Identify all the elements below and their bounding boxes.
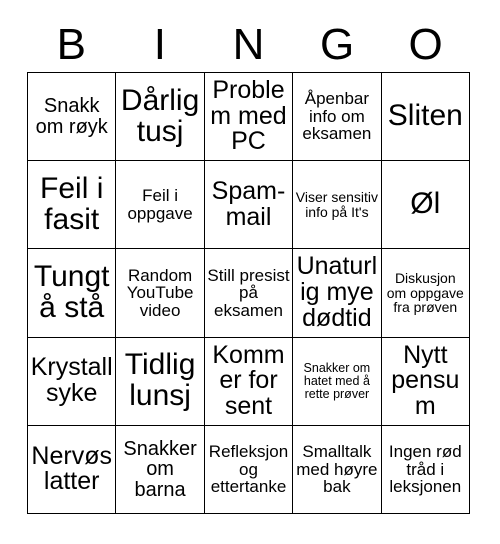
bingo-cell-label: Sliten <box>387 99 463 133</box>
bingo-cell[interactable]: Feil i fasit <box>28 161 117 250</box>
bingo-cell[interactable]: Tidlig lunsj <box>116 337 205 426</box>
bingo-cell[interactable]: Refleksjon og ettertanke <box>204 425 294 514</box>
bingo-cell-label: Åpenbar info om eksamen <box>302 89 372 144</box>
bingo-cell-label: Nytt pensum <box>391 340 460 421</box>
bingo-cell[interactable]: Krystall syke <box>28 337 117 426</box>
bingo-cell-label: Feil i oppgave <box>127 186 193 223</box>
bingo-cell[interactable]: Sliten <box>381 73 470 162</box>
bingo-cell[interactable]: Nytt pensum <box>381 337 470 426</box>
bingo-cell[interactable]: Ingen rød tråd i leksjonen <box>381 425 470 514</box>
bingo-cell-label: Tungt å stå <box>33 260 110 324</box>
bingo-header-letter-g: G <box>319 20 355 69</box>
bingo-cell-label: Kommer for sent <box>212 340 285 421</box>
bingo-cell[interactable]: Unaturlig mye dødtid <box>293 249 382 338</box>
bingo-cell-label: Ingen rød tråd i leksjonen <box>388 442 462 497</box>
bingo-cell[interactable]: Feil i oppgave <box>116 161 205 250</box>
bingo-cell[interactable]: Spam-mail <box>204 161 294 250</box>
bingo-cell-label: Still presist på eksamen <box>207 265 290 320</box>
bingo-header-row: B I N G O <box>27 18 470 72</box>
bingo-cell[interactable]: Øl <box>381 161 470 250</box>
bingo-cell-label: Smalltalk med høyre bak <box>296 442 378 497</box>
bingo-cell[interactable]: Diskusjon om oppgave fra prøven <box>381 249 470 338</box>
bingo-cell[interactable]: Random YouTube video <box>116 249 205 338</box>
bingo-card: B I N G O Snakk om røyk Dårlig tusj Prob… <box>0 0 500 544</box>
bingo-cell-label: Problem med PC <box>210 75 287 156</box>
bingo-header-letter-o: O <box>408 20 443 69</box>
bingo-header-letter-b: B <box>56 20 86 69</box>
bingo-cell[interactable]: Problem med PC <box>204 73 294 162</box>
bingo-cell[interactable]: Smalltalk med høyre bak <box>293 425 382 514</box>
bingo-cell-label: Spam-mail <box>211 177 286 231</box>
bingo-cell[interactable]: Kommer for sent <box>204 337 294 426</box>
bingo-cell-label: Snakker om hatet med å rette prøver <box>303 360 371 401</box>
bingo-header-letter-i: I <box>153 20 166 69</box>
bingo-cell-label: Øl <box>410 187 441 221</box>
bingo-cell[interactable]: Snakk om røyk <box>28 73 117 162</box>
bingo-cell[interactable]: Åpenbar info om eksamen <box>293 73 382 162</box>
bingo-cell-label: Viser sensitiv info på It's <box>295 189 378 220</box>
bingo-cell-label: Unaturlig mye dødtid <box>296 252 378 332</box>
bingo-cell-label: Snakk om røyk <box>35 95 108 138</box>
bingo-cell[interactable]: Nervøs latter <box>28 425 117 514</box>
bingo-cell-label: Diskusjon om oppgave fra prøven <box>386 270 464 316</box>
bingo-cell[interactable]: Dårlig tusj <box>116 73 205 162</box>
bingo-cell-label: Tidlig lunsj <box>124 348 196 413</box>
bingo-cell-label: Snakker om barna <box>123 437 197 501</box>
bingo-cell-label: Krystall syke <box>30 353 113 408</box>
bingo-cell-label: Feil i fasit <box>40 171 104 236</box>
bingo-cell[interactable]: Snakker om hatet med å rette prøver <box>293 337 382 426</box>
bingo-header-letter-n: N <box>232 20 265 69</box>
bingo-cell[interactable]: Still presist på eksamen <box>204 249 294 338</box>
bingo-cell-label: Random YouTube video <box>126 265 194 320</box>
bingo-cell-label: Nervøs latter <box>31 441 112 496</box>
bingo-cell-label: Refleksjon og ettertanke <box>208 442 289 497</box>
bingo-cell[interactable]: Snakker om barna <box>116 425 205 514</box>
bingo-cell-label: Dårlig tusj <box>120 83 200 148</box>
bingo-cell[interactable]: Viser sensitiv info på It's <box>293 161 382 250</box>
bingo-cell[interactable]: Tungt å stå <box>28 249 117 338</box>
bingo-grid: Snakk om røyk Dårlig tusj Problem med PC… <box>27 72 470 514</box>
